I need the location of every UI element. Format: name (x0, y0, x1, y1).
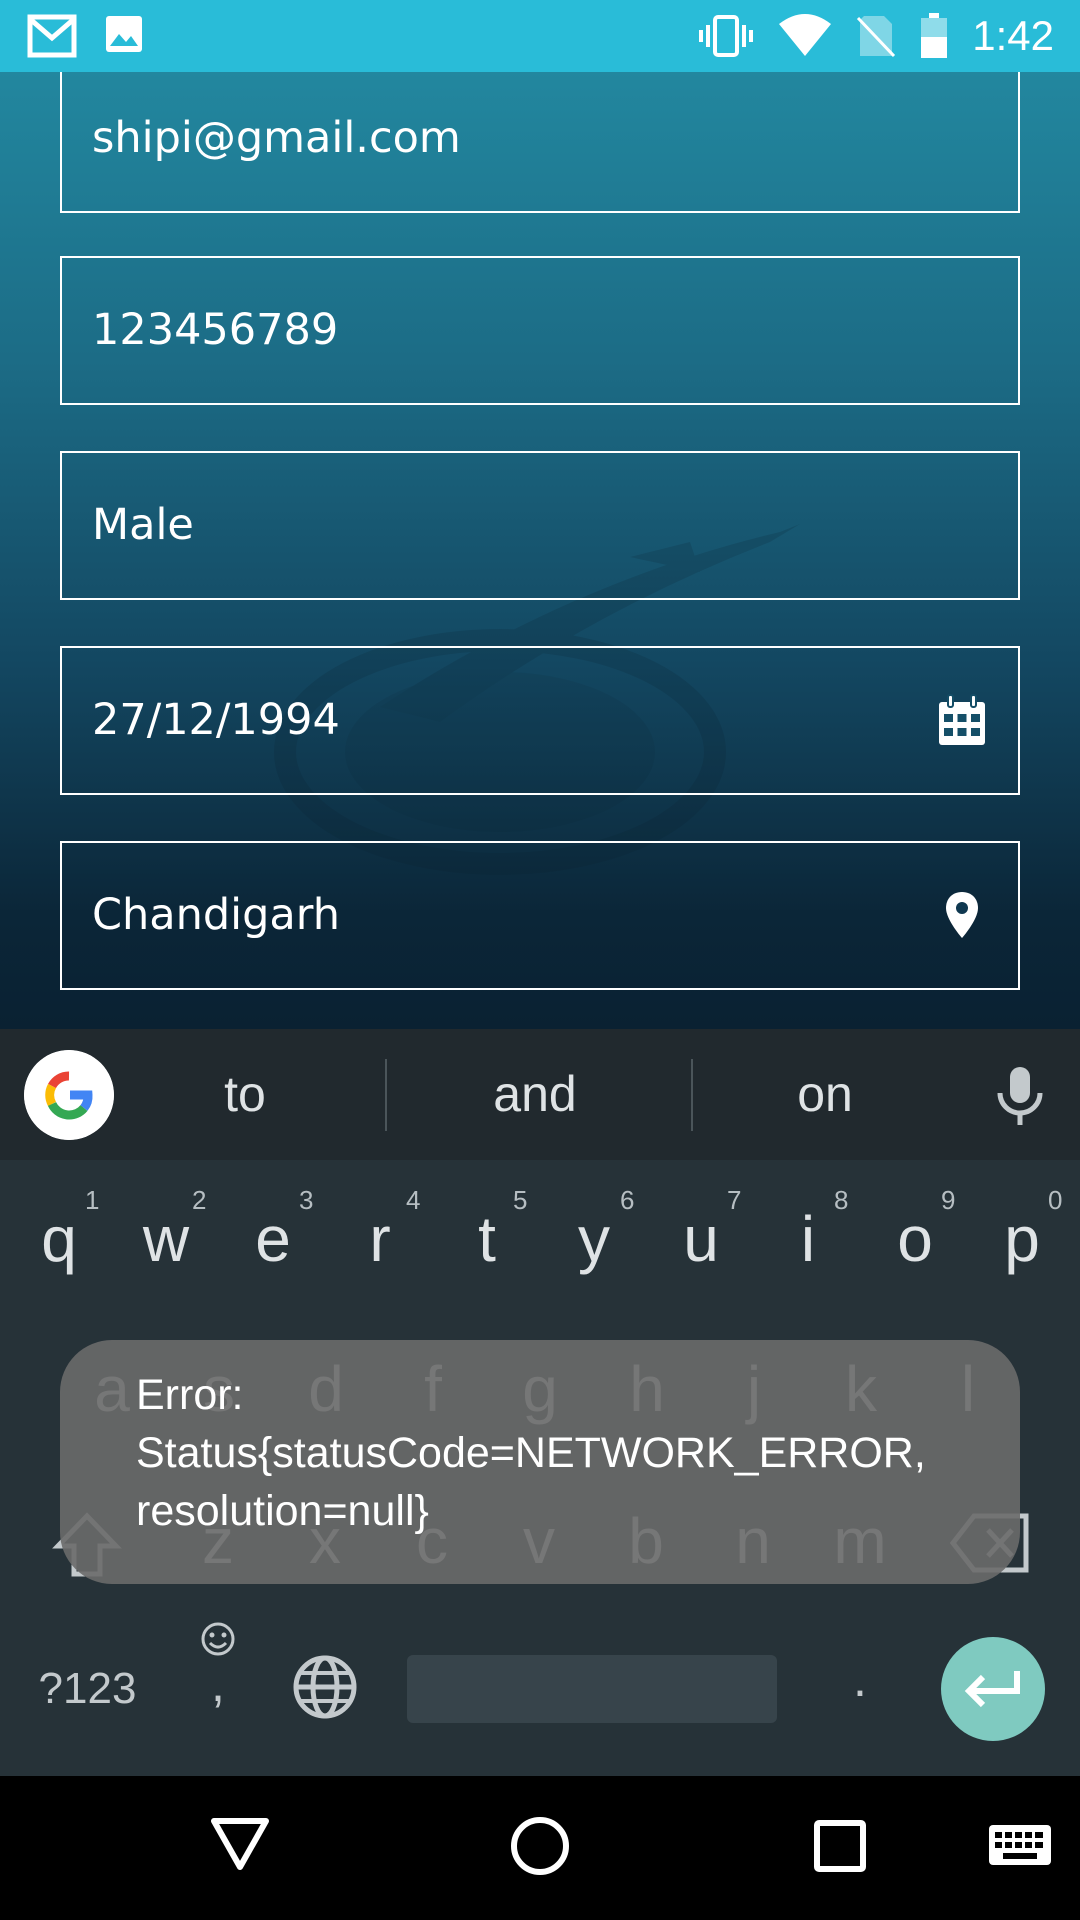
gmail-icon (27, 14, 77, 58)
phone-field[interactable]: 123456789 (60, 256, 1020, 405)
back-triangle-icon[interactable] (210, 1816, 270, 1872)
key-hint-8: 8 (834, 1185, 849, 1215)
key-hint-2: 2 (192, 1185, 207, 1215)
google-g-icon[interactable] (24, 1050, 114, 1140)
gender-value: Male (92, 500, 194, 550)
battery-icon (921, 13, 948, 58)
enter-key[interactable] (941, 1637, 1045, 1741)
suggestion-bar: to and on (0, 1029, 1080, 1160)
key-hint-4: 4 (406, 1185, 421, 1215)
smiley-icon (201, 1622, 235, 1656)
suggestion-2[interactable]: and (450, 1029, 620, 1160)
toast-line-3: resolution=null} (136, 1487, 429, 1535)
key-hint-3: 3 (299, 1185, 314, 1215)
microphone-icon[interactable] (994, 1065, 1046, 1127)
comma-label: , (211, 1656, 225, 1712)
dob-field[interactable]: 27/12/1994 (60, 646, 1020, 795)
no-sim-icon (857, 16, 896, 58)
image-icon (106, 16, 142, 52)
keyboard-switcher-icon[interactable] (988, 1824, 1052, 1866)
suggestion-1[interactable]: to (160, 1029, 330, 1160)
wifi-icon (779, 14, 832, 56)
suggestion-3[interactable]: on (740, 1029, 910, 1160)
status-bar: 1:42 (0, 0, 1080, 72)
symbols-key[interactable]: ?123 (30, 1659, 145, 1719)
navigation-bar (0, 1776, 1080, 1920)
vibrate-icon (699, 15, 754, 57)
recents-square-icon[interactable] (813, 1819, 867, 1873)
suggestion-divider (691, 1059, 693, 1131)
registration-form: shipi@gmail.com 123456789 Male 27/12/199… (0, 72, 1080, 1029)
dob-value: 27/12/1994 (92, 695, 340, 745)
key-hint-5: 5 (513, 1185, 528, 1215)
email-field[interactable]: shipi@gmail.com (60, 72, 1020, 213)
period-key[interactable]: . (835, 1649, 885, 1709)
clock: 1:42 (972, 12, 1054, 59)
toast-line-2: Status{statusCode=NETWORK_ERROR, (136, 1429, 926, 1477)
emoji-comma-key[interactable]: , (190, 1619, 246, 1719)
spacebar[interactable] (407, 1655, 777, 1723)
error-toast: Error: Status{statusCode=NETWORK_ERROR, … (60, 1340, 1020, 1584)
location-pin-icon[interactable] (934, 888, 990, 944)
globe-icon[interactable] (292, 1654, 358, 1720)
home-circle-icon[interactable] (510, 1816, 570, 1876)
key-hint-9: 9 (941, 1185, 956, 1215)
gender-field[interactable]: Male (60, 451, 1020, 600)
city-field[interactable]: Chandigarh (60, 841, 1020, 990)
email-value: shipi@gmail.com (92, 113, 461, 163)
return-arrow-icon (964, 1671, 1020, 1708)
toast-line-1: Error: (136, 1371, 244, 1419)
key-hint-7: 7 (727, 1185, 742, 1215)
phone-value: 123456789 (92, 305, 339, 355)
calendar-icon[interactable] (934, 693, 990, 749)
city-value: Chandigarh (92, 890, 340, 940)
key-hint-1: 1 (85, 1185, 100, 1215)
key-hint-0: 0 (1048, 1185, 1063, 1215)
suggestion-divider (385, 1059, 387, 1131)
key-hint-6: 6 (620, 1185, 635, 1215)
